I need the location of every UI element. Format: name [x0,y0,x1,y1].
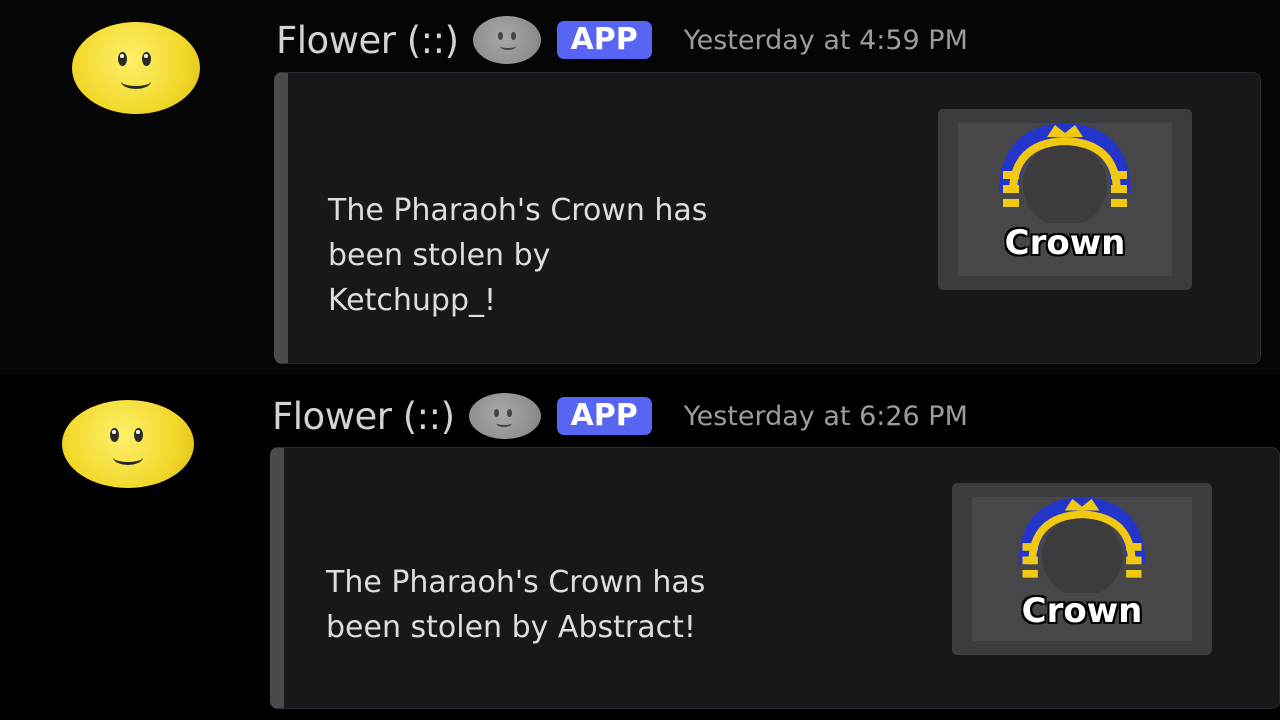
message-header: Flower (::) APP Yesterday at 6:26 PM [272,393,968,439]
avatar-eye-icon [110,428,119,442]
embed-line: been stolen by [328,238,551,273]
embed-line: The Pharaoh's Crown has [328,193,708,228]
thumbnail-label: Crown [1021,591,1143,631]
pharaoh-crown-icon [1018,497,1146,593]
avatar-eye-icon [118,52,127,66]
chat-message: Flower (::) APP Yesterday at 4:59 PM The… [0,0,1280,375]
pharaoh-crown-icon [999,123,1131,223]
moon-face-icon [468,393,541,439]
embed-line: Ketchupp_! [328,283,497,318]
avatar[interactable] [72,22,200,114]
app-badge: APP [556,21,652,59]
embed-description: The Pharaoh's Crown has been stolen by A… [326,560,705,650]
embed-line: The Pharaoh's Crown has [326,565,706,600]
embed-thumbnail[interactable]: Crown [952,483,1212,655]
message-embed: The Pharaoh's Crown has been stolen by K… [274,72,1261,364]
timestamp[interactable]: Yesterday at 6:26 PM [684,401,968,432]
avatar-eye-icon [142,52,151,66]
embed-description: The Pharaoh's Crown has been stolen by K… [328,188,707,323]
message-header: Flower (::) APP Yesterday at 4:59 PM [276,16,968,64]
moon-face-icon [472,16,541,64]
avatar-mouth-icon [121,74,151,89]
avatar-eye-icon [134,428,143,442]
embed-thumbnail[interactable]: Crown [938,109,1192,290]
username[interactable]: Flower (::) [272,395,455,438]
username[interactable]: Flower (::) [276,19,459,62]
app-badge: APP [556,397,652,435]
chat-message: Flower (::) APP Yesterday at 6:26 PM The… [0,375,1280,720]
avatar-mouth-icon [113,450,143,465]
message-embed: The Pharaoh's Crown has been stolen by A… [270,447,1280,709]
embed-line: been stolen by Abstract! [326,610,696,645]
timestamp[interactable]: Yesterday at 4:59 PM [684,25,968,56]
thumbnail-label: Crown [1004,223,1126,263]
avatar[interactable] [62,400,194,488]
